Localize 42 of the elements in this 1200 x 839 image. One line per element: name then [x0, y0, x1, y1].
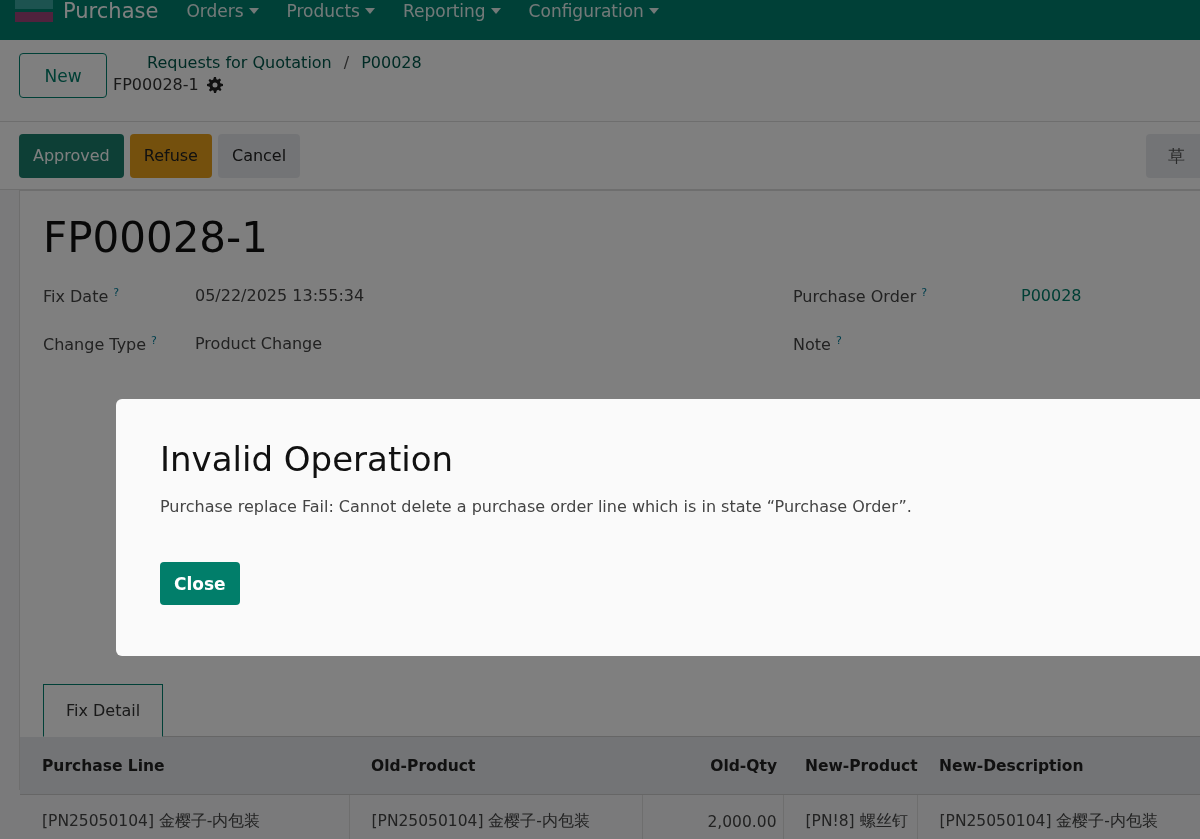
cancel-button[interactable]: Cancel [217, 133, 301, 178]
app-name[interactable]: Purchase [63, 0, 159, 22]
field-label: Note $^{?}$ [793, 334, 843, 357]
breadcrumb-separator: / [343, 53, 350, 72]
caret-icon [364, 8, 375, 14]
table-cell: [PN!8] 螺丝钉 [783, 794, 917, 839]
breadcrumb-link[interactable]: Requests for Quotation [147, 53, 332, 72]
column-header[interactable]: Old-Product [349, 737, 642, 795]
caret-icon [648, 8, 659, 14]
table-cell: [PN25050104] 金樱子-内包装 [20, 794, 349, 839]
refuse-button[interactable]: Refuse [129, 133, 212, 178]
dialog-title: Invalid Operation [160, 439, 455, 479]
field-value: Product Change [195, 334, 324, 355]
record-title: FP00028-1 [43, 213, 269, 262]
table-cell: 2,000.00 [642, 794, 783, 839]
menu-item[interactable]: Orders [186, 0, 259, 22]
breadcrumb-link[interactable]: P00028 [361, 53, 422, 72]
approve-button[interactable]: Approved [19, 133, 124, 178]
column-header[interactable]: Old-Qty [642, 737, 783, 795]
caret-icon [490, 8, 501, 14]
field-value: 05/22/2025 13:55:34 [195, 286, 366, 307]
close-button[interactable]: Close [160, 562, 240, 605]
status-stage[interactable]: 草 [1146, 134, 1200, 178]
table-cell: [PN25050104] 金樱子-内包装 [349, 794, 642, 839]
app-logo-icon [15, 0, 53, 22]
record-name: FP00028-1 [113, 75, 199, 94]
menu-item[interactable]: Configuration [528, 0, 659, 22]
field-label: Change Type $^{?}$ [43, 334, 158, 357]
dialog-message: Purchase replace Fail: Cannot delete a purchase order line which is in state “Purchase Order”. [160, 497, 913, 516]
field-label: Fix Date $^{?}$ [43, 286, 121, 309]
menu-item[interactable]: Products [286, 0, 375, 22]
tab[interactable]: Fix Detail [43, 684, 164, 737]
menu-item[interactable]: Reporting [402, 0, 501, 22]
column-header[interactable]: New-Description [917, 737, 1200, 795]
caret-icon [248, 8, 259, 14]
field-link[interactable]: P00028 [1021, 286, 1200, 334]
column-header[interactable]: Purchase Line [20, 737, 349, 795]
column-header[interactable]: New-Product [783, 737, 917, 795]
table-cell: [PN25050104] 金樱子-内包装 [917, 794, 1200, 839]
field-label: Purchase Order $^{?}$ [793, 286, 929, 309]
new-button[interactable]: New [19, 53, 107, 98]
gear-icon[interactable] [206, 76, 223, 93]
